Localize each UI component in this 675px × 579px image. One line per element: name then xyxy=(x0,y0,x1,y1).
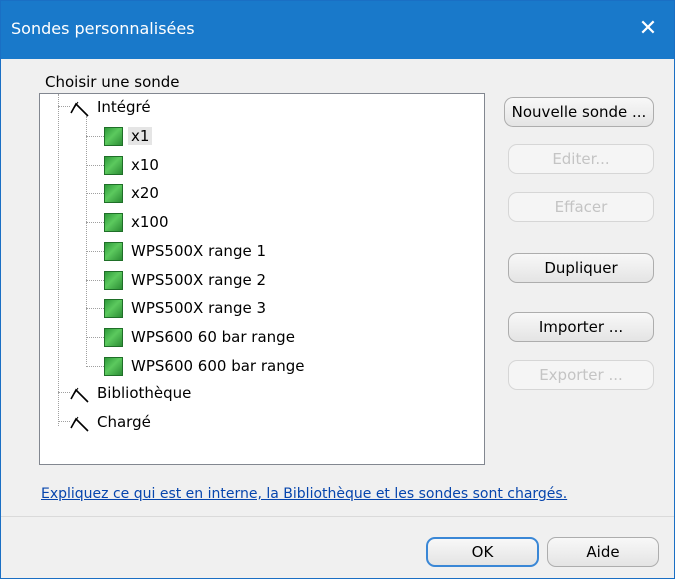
tree-item[interactable]: WPS600 60 bar range xyxy=(104,326,298,348)
tree-line xyxy=(58,94,59,426)
probe-green-square-icon xyxy=(104,155,123,175)
help-link[interactable]: Expliquez ce qui est en interne, la Bibl… xyxy=(41,486,567,502)
tree-item-label: WPS500X range 3 xyxy=(131,299,266,318)
tree-item-label: WPS500X range 2 xyxy=(131,270,266,289)
tree-root-loaded[interactable]: Chargé xyxy=(70,411,154,433)
tree-item-label: x100 xyxy=(131,213,169,232)
probe-green-square-icon xyxy=(104,213,123,233)
tree-item-label: WPS600 60 bar range xyxy=(131,327,295,346)
tree-line xyxy=(86,336,104,338)
tree-item-label: WPS600 600 bar range xyxy=(131,356,305,375)
probe-green-square-icon xyxy=(104,356,123,376)
probe-cable-icon xyxy=(70,416,89,432)
tree-line xyxy=(86,136,104,137)
help-button[interactable]: Aide xyxy=(547,537,659,567)
probe-group-label: Choisir une sonde xyxy=(45,73,180,91)
tree-line xyxy=(86,250,104,252)
probe-green-square-icon xyxy=(104,327,123,347)
probe-cable-icon xyxy=(70,101,89,117)
tree-item[interactable]: x10 xyxy=(104,154,162,176)
tree-line xyxy=(86,222,104,224)
tree-line xyxy=(86,365,104,367)
dialog-title: Sondes personnalisées xyxy=(11,19,195,38)
probe-green-square-icon xyxy=(104,270,123,290)
probe-tree[interactable]: Intégré x1 x10 x20 x100 WPS500X range 1 WPS50… xyxy=(39,93,485,465)
tree-item-label: x1 xyxy=(128,127,153,145)
export-button[interactable]: Exporter ... xyxy=(508,360,654,390)
new-probe-button[interactable]: Nouvelle sonde ... xyxy=(504,97,654,127)
probe-green-square-icon xyxy=(104,184,123,204)
tree-node-label: Chargé xyxy=(97,413,151,431)
tree-line xyxy=(58,392,70,393)
duplicate-button[interactable]: Dupliquer xyxy=(508,253,654,283)
tree-item[interactable]: WPS600 600 bar range xyxy=(104,355,307,377)
tree-item-label: WPS500X range 1 xyxy=(131,241,266,260)
title-bar: Sondes personnalisées ✕ xyxy=(1,1,674,59)
tree-item[interactable]: x20 xyxy=(104,182,162,204)
tree-line xyxy=(86,164,104,166)
probe-cable-icon xyxy=(70,387,89,403)
dialog-window: Sondes personnalisées ✕ Choisir une sond… xyxy=(0,0,675,579)
probe-green-square-icon xyxy=(104,127,123,146)
tree-line xyxy=(58,421,70,422)
probe-green-square-icon xyxy=(104,241,123,261)
tree-item-label: x10 xyxy=(131,155,159,174)
tree-line xyxy=(86,279,104,281)
tree-item[interactable]: x1 xyxy=(104,125,153,147)
tree-line xyxy=(86,116,87,364)
tree-line xyxy=(86,308,104,310)
tree-node-label: Bibliothèque xyxy=(97,384,192,402)
delete-button[interactable]: Effacer xyxy=(508,192,654,222)
probe-green-square-icon xyxy=(104,299,123,319)
tree-item[interactable]: WPS500X range 3 xyxy=(104,297,269,319)
tree-root-integrated[interactable]: Intégré xyxy=(70,96,154,118)
footer-separator xyxy=(1,516,674,517)
close-icon[interactable]: ✕ xyxy=(630,11,666,47)
tree-item-label: x20 xyxy=(131,184,159,203)
tree-item[interactable]: WPS500X range 2 xyxy=(104,269,269,291)
ok-button[interactable]: OK xyxy=(426,537,539,567)
edit-button[interactable]: Editer... xyxy=(508,144,654,174)
tree-item[interactable]: WPS500X range 1 xyxy=(104,240,269,262)
tree-line xyxy=(58,106,70,107)
tree-node-label: Intégré xyxy=(97,98,151,116)
import-button[interactable]: Importer ... xyxy=(508,312,654,342)
tree-line xyxy=(86,193,104,195)
tree-root-library[interactable]: Bibliothèque xyxy=(70,382,194,404)
tree-item[interactable]: x100 xyxy=(104,211,172,233)
